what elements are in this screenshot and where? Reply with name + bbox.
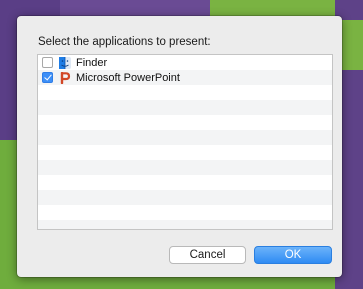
- empty-row: [38, 220, 332, 229]
- empty-row: [38, 160, 332, 175]
- empty-row: [38, 175, 332, 190]
- empty-row: [38, 100, 332, 115]
- empty-row: [38, 190, 332, 205]
- empty-row: [38, 85, 332, 100]
- finder-label: Finder: [76, 56, 108, 69]
- finder-checkbox[interactable]: [42, 57, 53, 68]
- powerpoint-icon: [60, 71, 71, 84]
- finder-icon: [59, 56, 71, 69]
- cancel-button[interactable]: Cancel: [169, 246, 246, 264]
- dialog-prompt: Select the applications to present:: [38, 36, 211, 48]
- empty-row: [38, 115, 332, 130]
- powerpoint-label: Microsoft PowerPoint: [76, 71, 180, 84]
- empty-row: [38, 205, 332, 220]
- powerpoint-checkbox[interactable]: [42, 72, 53, 83]
- list-item-finder[interactable]: Finder: [38, 55, 332, 70]
- application-list[interactable]: Finder Microsoft PowerPoint: [37, 54, 333, 230]
- ok-button[interactable]: OK: [254, 246, 332, 264]
- present-applications-dialog: Select the applications to present: Find…: [17, 16, 342, 277]
- empty-row: [38, 145, 332, 160]
- list-item-powerpoint[interactable]: Microsoft PowerPoint: [38, 70, 332, 85]
- empty-row: [38, 130, 332, 145]
